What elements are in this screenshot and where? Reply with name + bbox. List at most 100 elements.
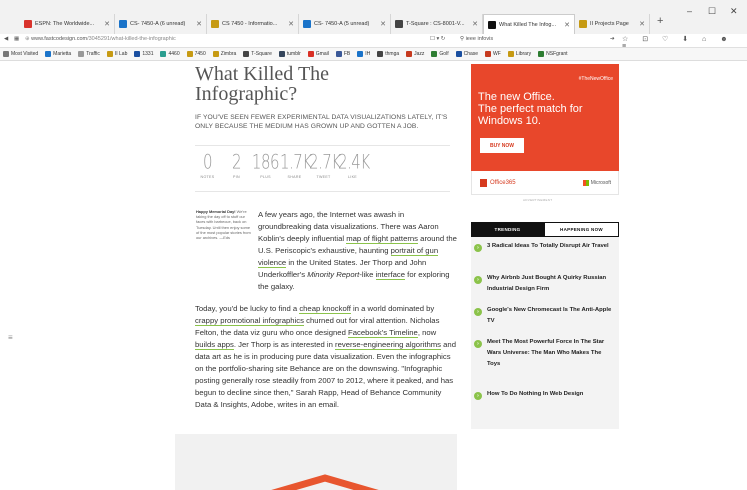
browser-tab[interactable]: ESPN: The Worldwide... ✕ (20, 14, 115, 34)
share-stat[interactable]: 186 PLUS (251, 150, 280, 179)
bookmarks-bar: Most Visited Marietta Traffic II Lab 1331 446… (0, 48, 747, 61)
bookmark-item[interactable]: IH (357, 51, 370, 57)
bookmark-item[interactable]: Chase (455, 51, 478, 57)
share-stat[interactable]: 2.7K TWEET (309, 150, 341, 179)
share-stats: 0 NOTES 2 PIN 186 PLUS 1.7K SHARE 2.7K TWEET 2.4K L… (193, 150, 453, 179)
arrow-right-icon: › (474, 392, 482, 400)
trending-item-title[interactable]: Google's New Chromecast Is The Anti-Appl… (487, 305, 615, 327)
link-flight-patterns[interactable]: map of flight patterns (346, 234, 419, 244)
tsquare-favicon-icon (395, 20, 403, 28)
close-tab-icon[interactable]: ✕ (288, 20, 294, 28)
stat-label: TWEET (316, 175, 331, 179)
close-window-icon[interactable]: ✕ (730, 6, 738, 17)
stat-label: LIKE (348, 175, 357, 179)
link-facebook-timeline[interactable]: Facebook's Timeline (348, 328, 418, 338)
bookmark-icon (538, 51, 545, 57)
share-stat[interactable]: 1.7K SHARE (280, 150, 312, 179)
bookmark-icon (507, 51, 514, 57)
stat-label: SHARE (287, 175, 302, 179)
bookmark-icon (431, 51, 438, 57)
bookmark-item[interactable]: 4460 (160, 51, 180, 57)
bookmark-item[interactable]: tumblr (278, 51, 301, 57)
bookmark-item[interactable]: 1331 (134, 51, 153, 57)
share-stat[interactable]: 0 NOTES (193, 150, 222, 179)
divider (195, 191, 450, 192)
maximize-icon[interactable]: ☐ (708, 6, 716, 17)
tab-trending[interactable]: TRENDING (471, 222, 544, 237)
reload-icon[interactable]: ☐ ▾ ↻ (430, 36, 445, 42)
link-cheap-knockoff[interactable]: cheap knockoff (299, 304, 351, 314)
site-info-icon[interactable]: ▦ (14, 36, 19, 42)
stat-label: PLUS (260, 175, 271, 179)
bookmark-item[interactable]: Zimbra (212, 51, 236, 57)
editors-note: Happy Memorial Day! We're taking the day… (196, 209, 251, 241)
bookmark-item[interactable]: Golf (431, 51, 449, 57)
trending-item-title[interactable]: How To Do Nothing In Web Design (487, 389, 615, 400)
link-builds-apps[interactable]: builds apps (195, 340, 234, 350)
divider (195, 145, 450, 146)
bookmark-item[interactable]: Most Visited (3, 51, 38, 57)
bookmark-item[interactable]: Jazz (406, 51, 424, 57)
paragraph-1: A few years ago, the Internet was awash … (258, 210, 457, 291)
bookmark-icon (3, 51, 9, 57)
trending-list: › 3 Radical Ideas To Totally Disrupt Air … (471, 237, 619, 429)
link-interface[interactable]: interface (375, 270, 406, 280)
stat-count: 2 (231, 150, 242, 174)
close-tab-icon[interactable]: ✕ (639, 20, 645, 28)
share-stat[interactable]: 2.4K LIKE (338, 150, 370, 179)
bookmark-item[interactable]: Marietta (45, 51, 71, 57)
stat-count: 1.7K (280, 150, 312, 174)
bookmark-item[interactable]: thmga (377, 51, 399, 57)
search-field[interactable]: ⚲ ieee infovis (460, 36, 610, 46)
browser-tab[interactable]: CS- 7450-A (6 unread) ✕ (115, 14, 207, 34)
browser-tab-active[interactable]: What Killed The Infog... ✕ (483, 14, 575, 34)
link-reverse-engineering[interactable]: reverse-engineering algorithms (335, 340, 442, 350)
tab-happening-now[interactable]: HAPPENING NOW (544, 222, 619, 237)
browser-tab[interactable]: T-Square : CS-8001-V... ✕ (391, 14, 483, 34)
outlook-favicon-icon (303, 20, 311, 28)
trending-item-title[interactable]: Why Airbnb Just Bought A Quirky Russian … (487, 273, 615, 295)
arrow-right-icon: › (474, 340, 482, 348)
infographic-shape-icon (271, 474, 379, 490)
buy-now-button[interactable]: BUY NOW (480, 138, 524, 153)
bookmark-item[interactable]: 7450 (186, 51, 206, 57)
arrow-right-icon: › (474, 276, 482, 284)
menu-icon[interactable]: ≡ (8, 333, 18, 343)
close-tab-icon[interactable]: ✕ (564, 21, 570, 29)
minimize-icon[interactable]: – (687, 6, 692, 16)
bookmark-item[interactable]: FB (335, 51, 350, 57)
bookmark-item[interactable]: II Lab (106, 51, 127, 57)
close-tab-icon[interactable]: ✕ (472, 20, 478, 28)
bookmark-item[interactable]: Traffic (78, 51, 100, 57)
search-go-icon[interactable]: ➔ (610, 36, 615, 42)
browser-tab[interactable]: II Projects Page ✕ (575, 14, 650, 34)
bookmark-item[interactable]: Gmail (307, 51, 329, 57)
browser-tab[interactable]: CS 7450 - Informatio... ✕ (207, 14, 299, 34)
url-bar[interactable]: ⊕ www.fastcodesign.com/3045291/what-kill… (25, 36, 176, 42)
bookmark-icon (243, 51, 250, 57)
share-stat[interactable]: 2 PIN (222, 150, 251, 179)
bookmark-icon (455, 51, 462, 57)
article-hero-graphic (175, 434, 457, 490)
trending-item-title[interactable]: Meet The Most Powerful Force In The Star… (487, 337, 615, 370)
close-tab-icon[interactable]: ✕ (380, 20, 386, 28)
stat-count: 2.4K (338, 150, 370, 174)
microsoft-logo-icon (582, 180, 589, 186)
link-crappy-infographics[interactable]: crappy promotional infographics (195, 316, 304, 326)
close-tab-icon[interactable]: ✕ (196, 20, 202, 28)
bookmark-item[interactable]: T-Square (243, 51, 272, 57)
office-ad[interactable]: #TheNewOffice The new Office. The perfect… (471, 64, 619, 186)
ad-copy: The new Office. The perfect match for Wind… (478, 91, 583, 127)
new-tab-button[interactable]: + (657, 15, 663, 27)
bookmark-item[interactable]: Library (507, 51, 531, 57)
bookmark-icon (307, 51, 314, 57)
browser-tab[interactable]: CS- 7450-A (5 unread) ✕ (299, 14, 391, 34)
trending-item-title[interactable]: 3 Radical Ideas To Totally Disrupt Air T… (487, 241, 615, 252)
bookmark-item[interactable]: WF (485, 51, 501, 57)
office-logo-icon (480, 179, 487, 187)
bookmark-item[interactable]: NSFgrant (538, 51, 568, 57)
back-icon[interactable]: ◀ (4, 36, 8, 42)
stat-label: NOTES (200, 175, 215, 179)
close-tab-icon[interactable]: ✕ (104, 20, 110, 28)
bookmark-icon (186, 51, 193, 57)
